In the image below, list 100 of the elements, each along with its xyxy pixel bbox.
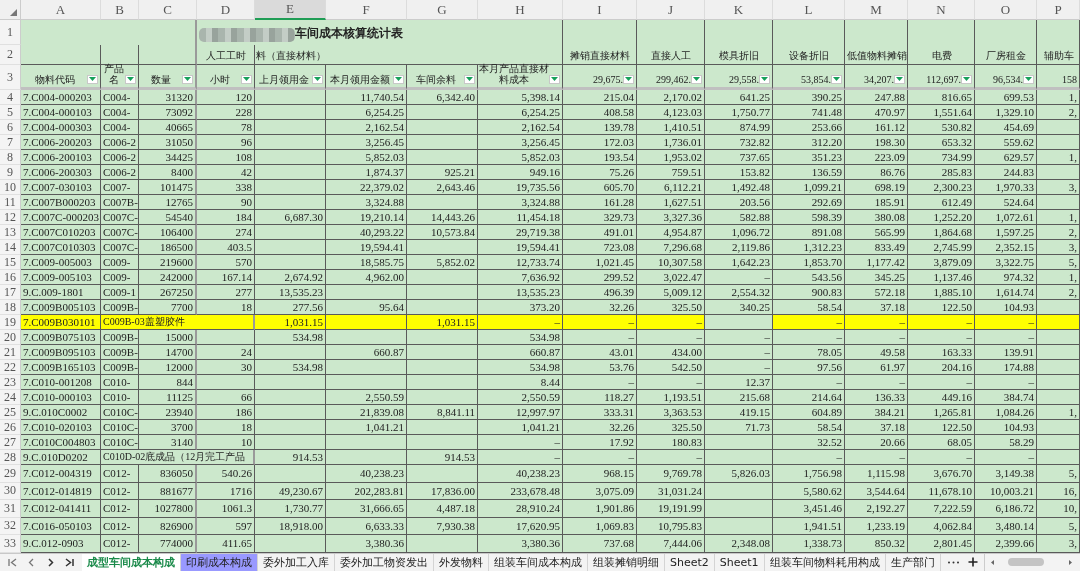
row-number[interactable]: 23 <box>0 375 21 390</box>
filter-button[interactable] <box>312 75 323 84</box>
row-number[interactable]: 9 <box>0 165 21 180</box>
row-number[interactable]: 16 <box>0 270 21 285</box>
sheet-tab[interactable]: 组装车间物料耗用构成 <box>764 553 886 571</box>
column-header[interactable]: L <box>773 0 845 20</box>
chevron-right-icon[interactable] <box>46 557 55 567</box>
filter-button[interactable] <box>759 75 770 84</box>
add-icon[interactable] <box>967 557 978 568</box>
filter-button[interactable] <box>87 75 98 84</box>
row-number[interactable]: 1 <box>0 20 21 45</box>
sheet-tab[interactable]: 委外加工物资发出 <box>335 553 434 571</box>
row-number[interactable]: 24 <box>0 390 21 405</box>
table-cell: 411.65 <box>197 535 255 553</box>
row-number[interactable]: 17 <box>0 285 21 300</box>
column-header[interactable]: E <box>255 0 326 20</box>
row-number[interactable]: 33 <box>0 535 21 553</box>
column-header[interactable]: P <box>1037 0 1080 20</box>
row-number[interactable]: 10 <box>0 180 21 195</box>
select-all-icon[interactable] <box>10 9 17 16</box>
table-cell: – <box>637 450 705 465</box>
column-header[interactable]: H <box>478 0 563 20</box>
table-cell: 7.C009B095103 <box>21 345 101 360</box>
row-number[interactable]: 20 <box>0 330 21 345</box>
row-number[interactable]: 12 <box>0 210 21 225</box>
skip-left-icon[interactable] <box>8 557 17 567</box>
table-cell: 153.82 <box>705 165 773 180</box>
column-header[interactable]: O <box>975 0 1037 20</box>
filter-button[interactable] <box>691 75 702 84</box>
row-number[interactable]: 5 <box>0 105 21 120</box>
table-cell <box>407 375 478 390</box>
sheet-tab[interactable]: 印刷成本构成 <box>181 553 258 571</box>
row-number[interactable]: 25 <box>0 405 21 420</box>
header-cell: 96,534. <box>975 65 1037 90</box>
filter-button[interactable] <box>125 75 136 84</box>
row-number[interactable]: 2 <box>0 45 21 65</box>
sheet-tab[interactable]: 委外加工入库 <box>258 553 335 571</box>
row-number[interactable]: 29 <box>0 465 21 483</box>
row-number[interactable]: 8 <box>0 150 21 165</box>
table-cell: 9,769.78 <box>637 465 705 483</box>
row-number[interactable]: 7 <box>0 135 21 150</box>
filter-button[interactable] <box>961 75 972 84</box>
row-number[interactable]: 31 <box>0 500 21 518</box>
corner-cell[interactable] <box>0 0 21 20</box>
row-number[interactable]: 19 <box>0 315 21 330</box>
filter-button[interactable] <box>549 75 560 84</box>
table-cell <box>845 20 908 45</box>
filter-button[interactable] <box>831 75 842 84</box>
row-number[interactable]: 27 <box>0 435 21 450</box>
skip-right-icon[interactable] <box>65 557 74 567</box>
scroll-right-icon[interactable] <box>1068 558 1074 566</box>
column-header[interactable]: B <box>101 0 139 20</box>
column-header[interactable]: K <box>705 0 773 20</box>
chevron-left-icon[interactable] <box>27 557 36 567</box>
column-header[interactable]: C <box>139 0 197 20</box>
filter-button[interactable] <box>1023 75 1034 84</box>
column-header[interactable]: J <box>637 0 705 20</box>
row-number[interactable]: 3 <box>0 65 21 90</box>
sheet-tab[interactable]: Sheet2 <box>665 553 715 571</box>
column-header[interactable]: M <box>845 0 908 20</box>
row-number[interactable]: 6 <box>0 120 21 135</box>
table-cell: 7.C007C010303 <box>21 240 101 255</box>
filter-button[interactable] <box>894 75 905 84</box>
table-cell: 968.15 <box>563 465 637 483</box>
filter-button[interactable] <box>241 75 252 84</box>
table-cell: 2,348.08 <box>705 535 773 553</box>
sheet-tab[interactable]: 外发物料 <box>434 553 489 571</box>
table-cell: 104.93 <box>975 300 1037 315</box>
row-number[interactable]: 14 <box>0 240 21 255</box>
table-cell: 31320 <box>139 90 197 105</box>
row-number[interactable]: 22 <box>0 360 21 375</box>
sheet-tab[interactable]: Sheet1 <box>714 553 765 571</box>
row-number[interactable]: 15 <box>0 255 21 270</box>
filter-button[interactable] <box>393 75 404 84</box>
column-header[interactable]: I <box>563 0 637 20</box>
table-cell: 244.83 <box>975 165 1037 180</box>
sheet-tab[interactable]: 成型车间成本构成 <box>82 553 181 571</box>
sheet-tab[interactable]: 生产部门 <box>885 553 941 571</box>
row-number[interactable]: 28 <box>0 450 21 465</box>
row-number[interactable]: 4 <box>0 90 21 105</box>
row-number[interactable]: 21 <box>0 345 21 360</box>
table-cell: 3,256.45 <box>478 135 563 150</box>
column-header[interactable]: D <box>197 0 255 20</box>
column-header[interactable]: G <box>407 0 478 20</box>
row-number[interactable]: 11 <box>0 195 21 210</box>
column-header[interactable]: N <box>908 0 975 20</box>
scroll-left-icon[interactable] <box>988 558 995 566</box>
column-header[interactable]: F <box>326 0 407 20</box>
filter-button[interactable] <box>182 75 193 84</box>
filter-button[interactable] <box>623 75 634 84</box>
row-number[interactable]: 26 <box>0 420 21 435</box>
sheet-tab[interactable]: 组装车间成本构成 <box>489 553 588 571</box>
table-cell <box>255 535 326 553</box>
sheet-tab[interactable]: 组装摊销明细 <box>588 553 665 571</box>
table-cell: 449.16 <box>908 390 975 405</box>
filter-button[interactable] <box>464 75 475 84</box>
table-cell: 12.37 <box>705 375 773 390</box>
row-number[interactable]: 13 <box>0 225 21 240</box>
column-header[interactable]: A <box>21 0 101 20</box>
row-number[interactable]: 18 <box>0 300 21 315</box>
